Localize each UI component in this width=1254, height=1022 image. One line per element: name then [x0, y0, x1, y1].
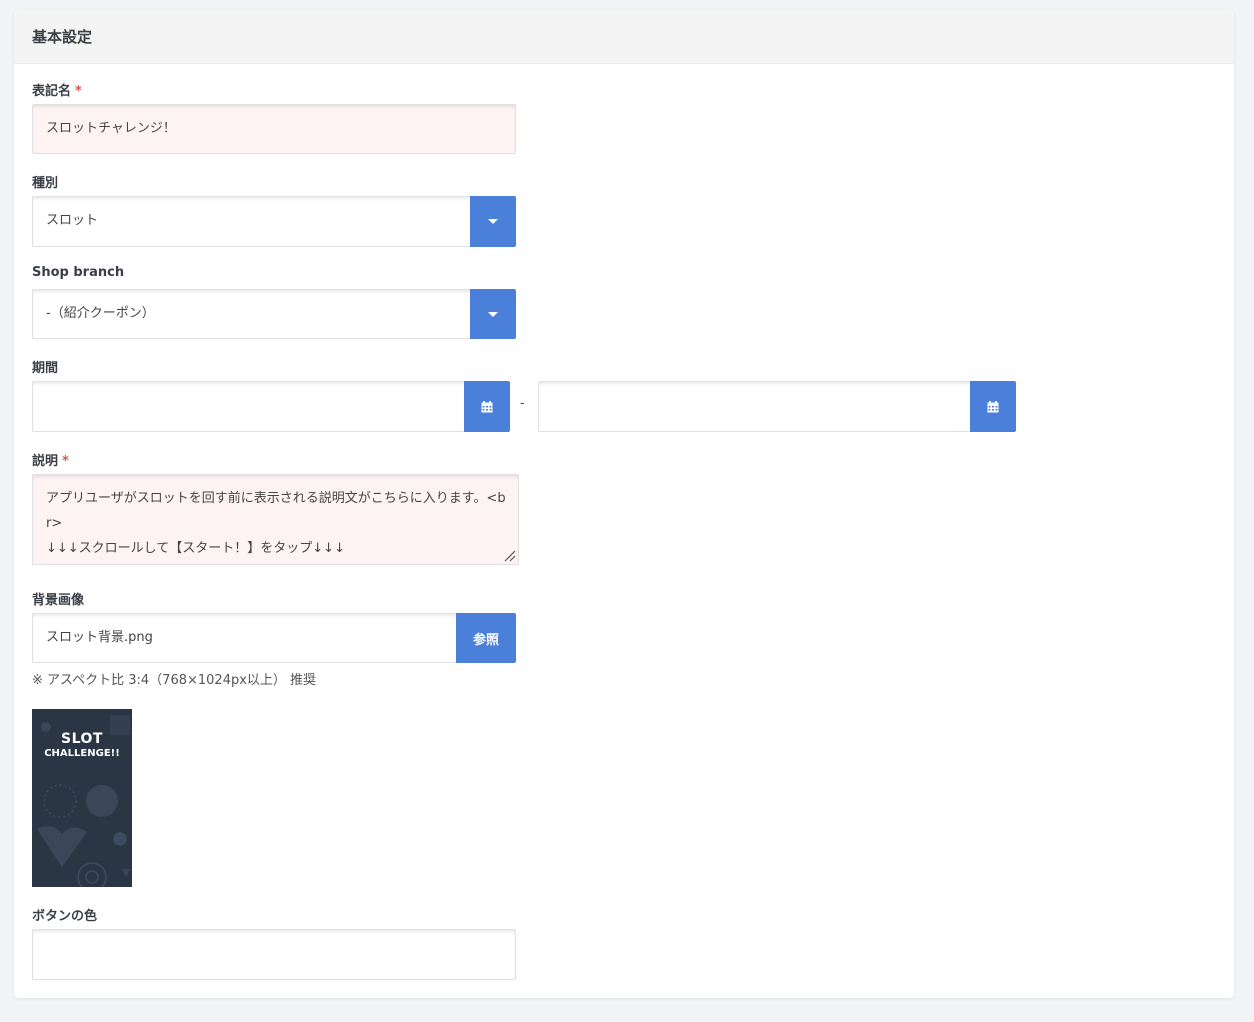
period-end-input[interactable] [538, 381, 1016, 432]
type-label: 種別 [32, 176, 59, 191]
required-mark: * [75, 84, 82, 99]
display-name-label: 表記名 * [32, 80, 82, 99]
period-separator: - [520, 396, 525, 411]
section-title: 基本設定 [14, 10, 1234, 64]
display-name-label-text: 表記名 [32, 84, 72, 99]
shop-branch-selected-value: -（紹介クーポン） [46, 306, 155, 321]
preview-title-line1: SLOT [61, 731, 103, 747]
required-mark: * [62, 454, 69, 469]
period-start-input[interactable] [32, 381, 510, 432]
chevron-down-icon [488, 311, 498, 317]
background-image-file-input[interactable]: スロット背景.png 参照 [32, 613, 516, 663]
button-color-label: ボタンの色 [32, 909, 98, 924]
calendar-icon [481, 400, 493, 412]
type-selected-value: スロット [46, 213, 99, 228]
button-color-input[interactable] [32, 929, 516, 980]
type-dropdown-button[interactable] [470, 196, 516, 247]
shop-branch-label: Shop branch [32, 265, 125, 280]
calendar-icon [987, 400, 999, 412]
basic-settings-card: 基本設定 表記名 * スロットチャレンジ！ 種別 スロット Shop branch… [14, 10, 1234, 998]
preview-title-line2: CHALLENGE!! [44, 748, 120, 759]
period-label: 期間 [32, 361, 59, 376]
period-start-calendar-button[interactable] [464, 381, 510, 432]
shop-branch-select[interactable]: -（紹介クーポン） [32, 289, 516, 339]
description-label: 説明 * [32, 450, 69, 469]
description-textarea[interactable]: アプリユーザがスロットを回す前に表示される説明文がこちらに入ります。<br> ↓… [32, 474, 519, 565]
background-image-label: 背景画像 [32, 593, 85, 608]
display-name-value: スロットチャレンジ！ [46, 121, 176, 136]
browse-button[interactable]: 参照 [456, 613, 516, 663]
shop-branch-dropdown-button[interactable] [470, 289, 516, 339]
aspect-ratio-note: ※ アスペクト比 3:4（768×1024px以上） 推奨 [32, 673, 317, 688]
background-image-file-name: スロット背景.png [46, 630, 153, 645]
type-select[interactable]: スロット [32, 196, 516, 247]
chevron-down-icon [488, 219, 498, 224]
background-image-preview: SLOT CHALLENGE!! [32, 709, 132, 887]
description-value: アプリユーザがスロットを回す前に表示される説明文がこちらに入ります。<br> ↓… [46, 491, 506, 556]
display-name-input[interactable]: スロットチャレンジ！ [32, 104, 516, 154]
resize-handle-icon[interactable] [502, 548, 516, 562]
period-end-calendar-button[interactable] [970, 381, 1016, 432]
description-label-text: 説明 [32, 454, 59, 469]
